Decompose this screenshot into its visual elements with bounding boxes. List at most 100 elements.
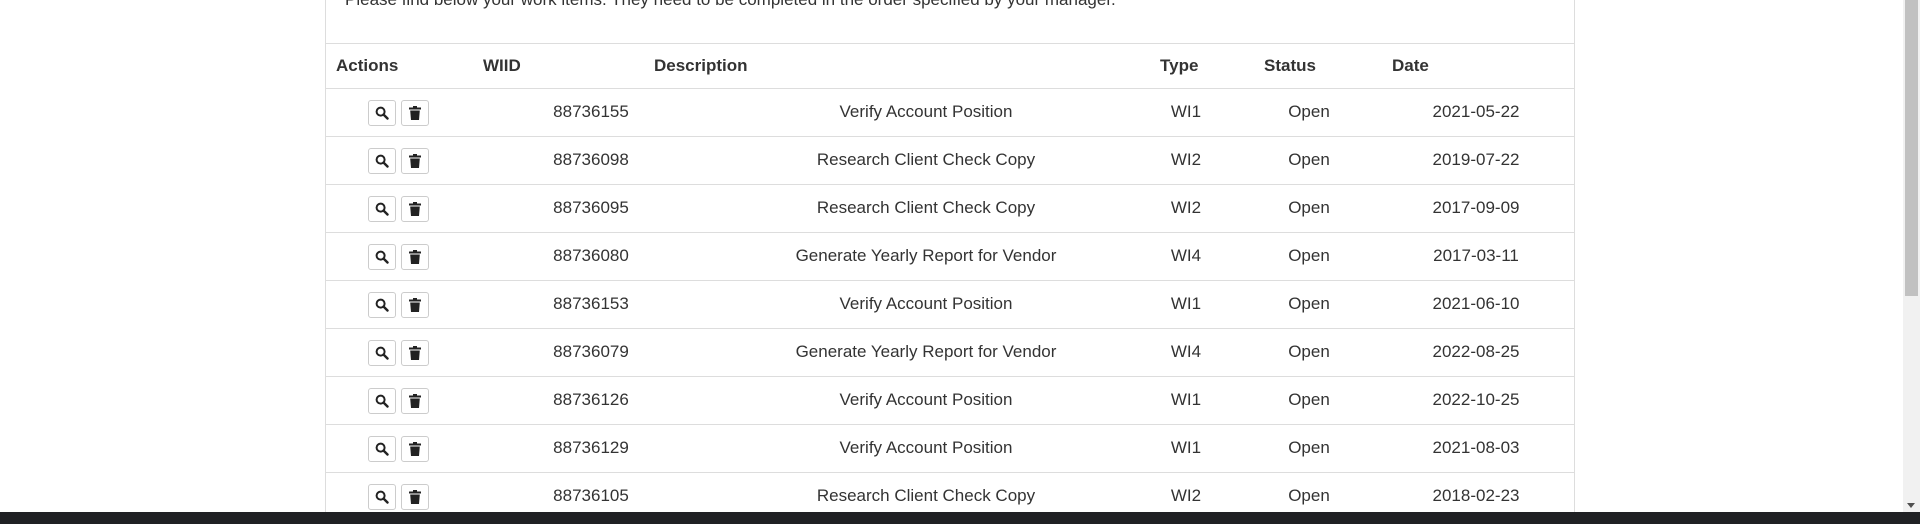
table-row: 88736079 Generate Yearly Report for Vendo… bbox=[326, 328, 1574, 376]
search-icon bbox=[375, 106, 389, 120]
cell-status: Open bbox=[1288, 294, 1330, 313]
cell-wiid: 88736126 bbox=[553, 390, 629, 409]
cell-status: Open bbox=[1288, 342, 1330, 361]
view-button[interactable] bbox=[368, 340, 396, 366]
scrollbar-thumb[interactable] bbox=[1905, 0, 1918, 296]
delete-button[interactable] bbox=[401, 340, 429, 366]
trash-icon bbox=[409, 394, 421, 408]
search-icon bbox=[375, 490, 389, 504]
cell-description: Generate Yearly Report for Vendor bbox=[795, 246, 1057, 265]
table-header: Actions WIID Description Type Status Dat… bbox=[326, 44, 1574, 88]
cell-description: Verify Account Position bbox=[839, 102, 1013, 121]
cell-type: WI2 bbox=[1170, 198, 1202, 217]
view-button[interactable] bbox=[368, 388, 396, 414]
cell-type: WI1 bbox=[1170, 390, 1202, 409]
cell-wiid: 88736095 bbox=[553, 198, 629, 217]
search-icon bbox=[375, 250, 389, 264]
scroll-down-arrow-icon[interactable] bbox=[1907, 503, 1915, 508]
search-icon bbox=[375, 154, 389, 168]
trash-icon bbox=[409, 154, 421, 168]
delete-button[interactable] bbox=[401, 388, 429, 414]
bottom-bar bbox=[0, 512, 1920, 524]
header-type: Type bbox=[1160, 56, 1199, 75]
intro-text: Please find below your work items. They … bbox=[345, 0, 1116, 10]
view-button[interactable] bbox=[368, 484, 396, 510]
cell-description: Verify Account Position bbox=[839, 390, 1013, 409]
cell-wiid: 88736079 bbox=[553, 342, 629, 361]
table-row: 88736129 Verify Account Position WI1 Open 20… bbox=[326, 424, 1574, 472]
delete-button[interactable] bbox=[401, 436, 429, 462]
table-row: 88736080 Generate Yearly Report for Vendo… bbox=[326, 232, 1574, 280]
search-icon bbox=[375, 442, 389, 456]
cell-date: 2018-02-23 bbox=[1432, 486, 1520, 505]
header-actions: Actions bbox=[336, 56, 399, 75]
search-icon bbox=[375, 346, 389, 360]
cell-date: 2019-07-22 bbox=[1432, 150, 1520, 169]
cell-status: Open bbox=[1288, 198, 1330, 217]
trash-icon bbox=[409, 202, 421, 216]
table-row: 88736105 Research Client Check Copy WI2 Ope… bbox=[326, 472, 1574, 512]
cell-date: 2022-10-25 bbox=[1432, 390, 1520, 409]
cell-date: 2022-08-25 bbox=[1432, 342, 1520, 361]
cell-description: Research Client Check Copy bbox=[816, 150, 1036, 169]
cell-wiid: 88736105 bbox=[553, 486, 629, 505]
delete-button[interactable] bbox=[401, 100, 429, 126]
table-row: 88736153 Verify Account Position WI1 Open 20… bbox=[326, 280, 1574, 328]
view-button[interactable] bbox=[368, 244, 396, 270]
trash-icon bbox=[409, 106, 421, 120]
cell-wiid: 88736155 bbox=[553, 102, 629, 121]
cell-status: Open bbox=[1288, 390, 1330, 409]
cell-date: 2021-05-22 bbox=[1432, 102, 1520, 121]
search-icon bbox=[375, 394, 389, 408]
search-icon bbox=[375, 202, 389, 216]
cell-description: Research Client Check Copy bbox=[816, 198, 1036, 217]
search-icon bbox=[375, 298, 389, 312]
trash-icon bbox=[409, 250, 421, 264]
cell-wiid: 88736098 bbox=[553, 150, 629, 169]
cell-description: Verify Account Position bbox=[839, 294, 1013, 313]
cell-date: 2021-06-10 bbox=[1432, 294, 1520, 313]
delete-button[interactable] bbox=[401, 292, 429, 318]
cell-type: WI1 bbox=[1170, 294, 1202, 313]
cell-wiid: 88736129 bbox=[553, 438, 629, 457]
cell-type: WI4 bbox=[1170, 246, 1202, 265]
vertical-scrollbar[interactable] bbox=[1903, 0, 1920, 512]
trash-icon bbox=[409, 346, 421, 360]
view-button[interactable] bbox=[368, 196, 396, 222]
cell-date: 2021-08-03 bbox=[1432, 438, 1520, 457]
cell-wiid: 88736153 bbox=[553, 294, 629, 313]
cell-status: Open bbox=[1288, 102, 1330, 121]
delete-button[interactable] bbox=[401, 244, 429, 270]
cell-status: Open bbox=[1288, 486, 1330, 505]
cell-description: Research Client Check Copy bbox=[816, 486, 1036, 505]
cell-type: WI2 bbox=[1170, 150, 1202, 169]
delete-button[interactable] bbox=[401, 148, 429, 174]
trash-icon bbox=[409, 442, 421, 456]
table-body: 88736155 Verify Account Position WI1 Open 20… bbox=[326, 88, 1574, 512]
cell-type: WI1 bbox=[1170, 438, 1202, 457]
cell-type: WI1 bbox=[1170, 102, 1202, 121]
cell-wiid: 88736080 bbox=[553, 246, 629, 265]
view-button[interactable] bbox=[368, 436, 396, 462]
table-row: 88736155 Verify Account Position WI1 Open 20… bbox=[326, 88, 1574, 136]
table-row: 88736095 Research Client Check Copy WI2 Ope… bbox=[326, 184, 1574, 232]
header-description: Description bbox=[654, 56, 748, 75]
view-button[interactable] bbox=[368, 100, 396, 126]
cell-date: 2017-09-09 bbox=[1432, 198, 1520, 217]
cell-type: WI4 bbox=[1170, 342, 1202, 361]
header-status: Status bbox=[1264, 56, 1316, 75]
cell-status: Open bbox=[1288, 438, 1330, 457]
cell-date: 2017-03-11 bbox=[1433, 246, 1519, 265]
cell-status: Open bbox=[1288, 150, 1330, 169]
cell-description: Verify Account Position bbox=[839, 438, 1013, 457]
delete-button[interactable] bbox=[401, 196, 429, 222]
cell-type: WI2 bbox=[1170, 486, 1202, 505]
delete-button[interactable] bbox=[401, 484, 429, 510]
view-button[interactable] bbox=[368, 292, 396, 318]
cell-status: Open bbox=[1288, 246, 1330, 265]
trash-icon bbox=[409, 490, 421, 504]
header-date: Date bbox=[1392, 56, 1429, 75]
trash-icon bbox=[409, 298, 421, 312]
table-row: 88736126 Verify Account Position WI1 Open 20… bbox=[326, 376, 1574, 424]
view-button[interactable] bbox=[368, 148, 396, 174]
